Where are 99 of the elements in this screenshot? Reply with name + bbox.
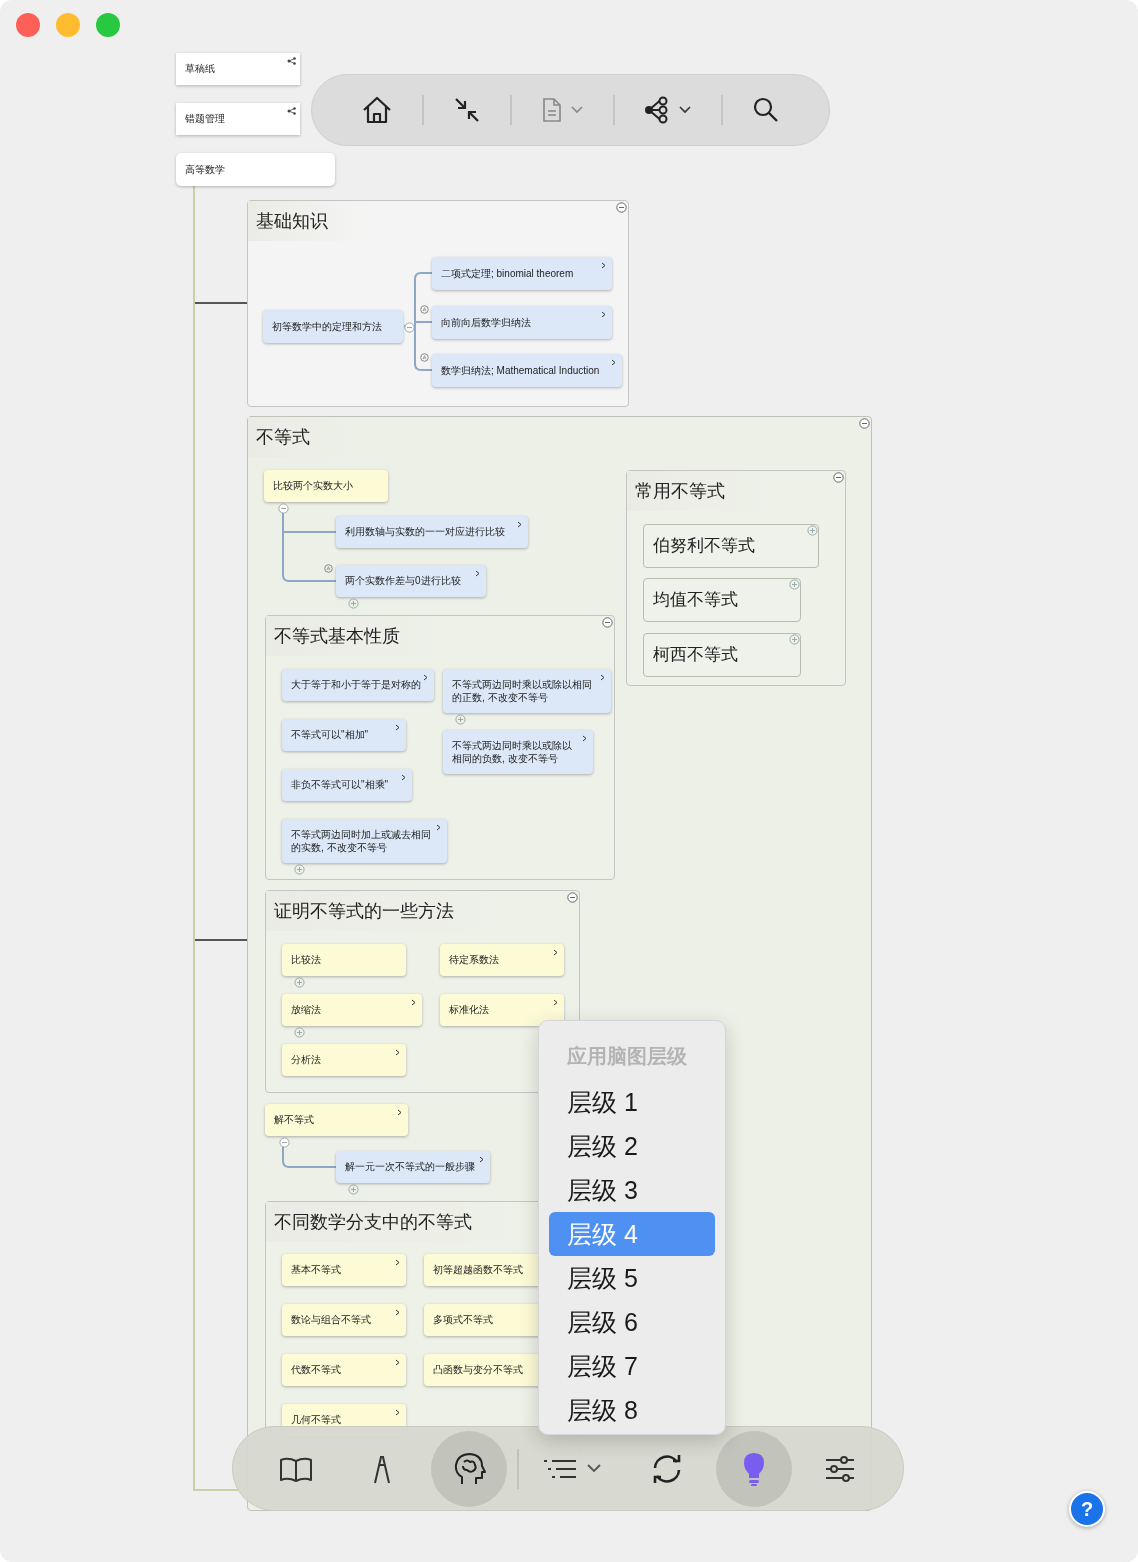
chevron-icon[interactable] — [601, 311, 606, 318]
node-label: 不等式两边同时加上或减去相同的实数, 不改变不等号 — [291, 827, 432, 855]
node-label: 解不等式 — [274, 1113, 314, 1127]
sliders-icon — [823, 1453, 856, 1484]
chevron-icon[interactable] — [395, 724, 400, 731]
chevron-icon[interactable] — [395, 1049, 400, 1056]
topic-node[interactable]: 向前向后数学归纳法 — [432, 306, 612, 339]
node-label: 数论与组合不等式 — [291, 1313, 371, 1327]
node-label: 分析法 — [291, 1053, 321, 1067]
topic-node[interactable]: 利用数轴与实数的一一对应进行比较 — [336, 516, 528, 548]
node-label: 比较法 — [291, 953, 321, 967]
node-label: 初等数学中的定理和方法 — [272, 319, 382, 334]
node-label: 不等式两边同时乘以或除以相同的正数, 不改变不等号 — [452, 677, 593, 705]
chevron-icon[interactable] — [611, 359, 616, 366]
chevron-icon[interactable] — [600, 674, 605, 681]
share-icon[interactable] — [643, 95, 694, 125]
node-label: 均值不等式 — [653, 588, 738, 611]
menu-item[interactable]: 层级 2 — [549, 1124, 715, 1168]
chevron-icon[interactable] — [553, 999, 558, 1006]
node-label: 代数不等式 — [291, 1363, 341, 1377]
topic-node[interactable]: 不等式两边同时乘以或除以相同的负数, 改变不等号 — [443, 730, 593, 774]
topic-node[interactable]: 初等数学中的定理和方法 — [263, 310, 403, 343]
root-node[interactable]: 高等数学 — [176, 153, 335, 186]
topic-node[interactable]: 比较法 — [282, 944, 406, 976]
node-label: 柯西不等式 — [653, 643, 738, 666]
node-label: 放缩法 — [291, 1003, 321, 1017]
node-label: 比较两个实数大小 — [273, 479, 353, 493]
chevron-icon[interactable] — [401, 774, 406, 781]
sheet-title: 草稿纸 — [185, 62, 215, 76]
node-label: 二项式定理; binomial theorem — [441, 266, 574, 281]
node-label: 解一元一次不等式的一般步骤 — [345, 1160, 475, 1174]
menu-item[interactable]: 层级 3 — [549, 1168, 715, 1212]
topic-node[interactable]: 二项式定理; binomial theorem — [432, 257, 612, 290]
node-label: 多项式不等式 — [433, 1313, 493, 1327]
topic-node[interactable]: 放缩法 — [282, 994, 422, 1026]
node-label: 利用数轴与实数的一一对应进行比较 — [345, 525, 505, 539]
topic-node[interactable]: 待定系数法 — [440, 944, 564, 976]
topic-node[interactable]: 数论与组合不等式 — [282, 1304, 406, 1336]
menu-title: 应用脑图层级 — [566, 1044, 688, 1069]
topic-node[interactable]: 分析法 — [282, 1044, 406, 1076]
topic-node[interactable]: 标准化法 — [440, 994, 564, 1026]
node-label: 基本不等式 — [291, 1263, 341, 1277]
chevron-icon[interactable] — [601, 262, 606, 269]
help-button[interactable]: ? — [1069, 1491, 1105, 1527]
chevron-icon[interactable] — [517, 521, 522, 528]
collapse-icon[interactable] — [833, 472, 844, 483]
node-label: 不等式两边同时乘以或除以相同的负数, 改变不等号 — [452, 738, 573, 766]
connector-line — [282, 513, 336, 582]
topic-node[interactable]: 数学归纳法; Mathematical Induction — [432, 354, 622, 387]
topic-node[interactable]: 基本不等式 — [282, 1254, 406, 1286]
node-label: 初等超越函数不等式 — [433, 1263, 523, 1277]
lightbulb-icon — [741, 1450, 766, 1487]
topic-node[interactable]: 解不等式 — [265, 1104, 408, 1136]
chevron-icon[interactable] — [475, 570, 480, 577]
sheet-title: 错题管理 — [185, 112, 225, 126]
topic-node[interactable]: 不等式两边同时加上或减去相同的实数, 不改变不等号 — [282, 819, 447, 863]
collapse-icon[interactable] — [859, 418, 870, 429]
chevron-icon[interactable] — [395, 1409, 400, 1416]
topic-node[interactable]: 两个实数作差与0进行比较 — [336, 565, 486, 597]
topic-node[interactable]: 大于等于和小于等于是对称的 — [282, 669, 434, 701]
topic-node[interactable]: 解一元一次不等式的一般步骤 — [336, 1151, 490, 1183]
topic-node[interactable]: 比较两个实数大小 — [264, 470, 388, 502]
chevron-icon[interactable] — [582, 735, 587, 742]
topic-node[interactable]: 柯西不等式 — [643, 633, 801, 677]
node-label: 伯努利不等式 — [653, 534, 755, 557]
node-label: 大于等于和小于等于是对称的 — [291, 678, 421, 692]
node-label: 数学归纳法; Mathematical Induction — [441, 363, 600, 378]
chevron-icon[interactable] — [395, 1309, 400, 1316]
chevron-icon[interactable] — [553, 949, 558, 956]
node-label: 几何不等式 — [291, 1413, 341, 1427]
topic-node[interactable]: 伯努利不等式 — [643, 524, 819, 568]
node-label: 标准化法 — [449, 1003, 489, 1017]
topic-node[interactable]: 非负不等式可以"相乘" — [282, 769, 412, 801]
topic-node[interactable]: 代数不等式 — [282, 1354, 406, 1386]
sheet-node[interactable]: 草稿纸 — [176, 53, 300, 85]
node-label: 向前向后数学归纳法 — [441, 315, 531, 330]
connector-line — [282, 1147, 336, 1168]
node-label: 不等式可以"相加" — [291, 728, 369, 742]
node-label: 凸函数与变分不等式 — [433, 1363, 523, 1377]
collapse-icon[interactable] — [567, 892, 578, 903]
sheet-node[interactable]: 错题管理 — [176, 103, 300, 135]
close-button[interactable] — [16, 13, 40, 37]
topic-node[interactable]: 均值不等式 — [643, 578, 801, 622]
chevron-icon[interactable] — [423, 674, 428, 681]
menu-item[interactable]: 层级 1 — [549, 1080, 715, 1124]
chevron-icon[interactable] — [397, 1109, 402, 1116]
chevron-icon[interactable] — [436, 824, 441, 831]
chevron-icon[interactable] — [395, 1359, 400, 1366]
collapse-icon[interactable] — [602, 617, 613, 628]
topic-node[interactable]: 不等式可以"相加" — [282, 719, 406, 751]
menu-item[interactable]: 层级 8 — [549, 1388, 715, 1432]
node-label: 两个实数作差与0进行比较 — [345, 574, 461, 588]
topic-node[interactable]: 不等式两边同时乘以或除以相同的正数, 不改变不等号 — [443, 669, 611, 713]
chevron-icon[interactable] — [395, 1259, 400, 1266]
node-label: 待定系数法 — [449, 953, 499, 967]
chevron-icon[interactable] — [411, 999, 416, 1006]
chevron-icon[interactable] — [479, 1156, 484, 1163]
node-label: 非负不等式可以"相乘" — [291, 778, 389, 792]
collapse-icon[interactable] — [616, 202, 627, 213]
